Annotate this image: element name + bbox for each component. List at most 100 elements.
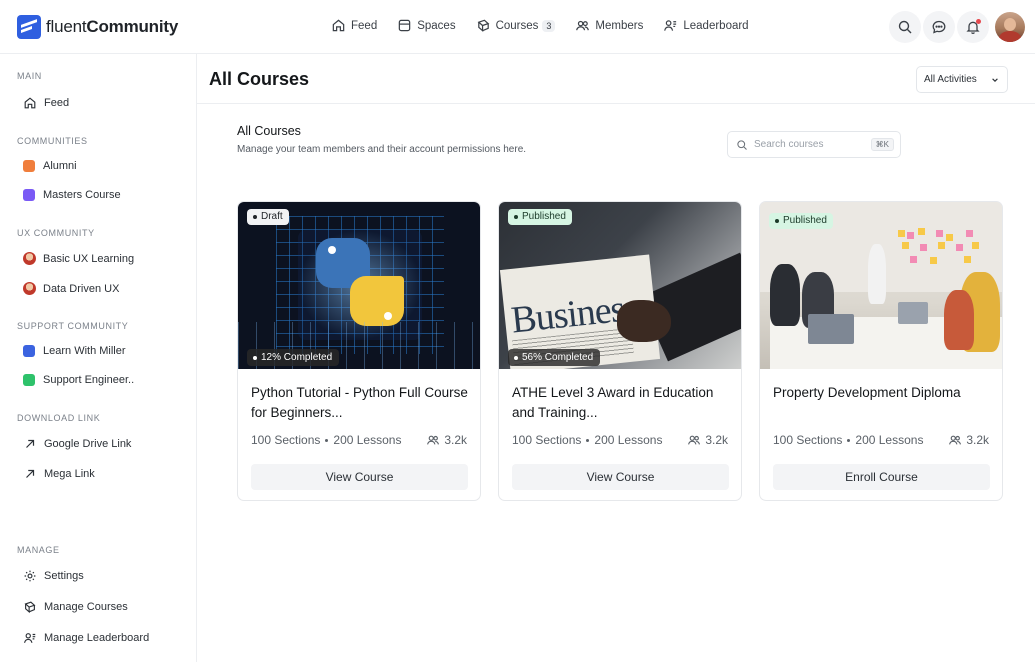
decorative-dot <box>384 312 392 320</box>
search-button[interactable] <box>889 11 921 43</box>
sidebar-item-masters-course[interactable]: Masters Course <box>23 189 121 201</box>
search-input[interactable] <box>754 139 864 150</box>
course-meta: 100 Sections 200 Lessons <box>251 433 402 447</box>
decorative-dot <box>328 246 336 254</box>
sidebar-item-data-driven-ux[interactable]: Data Driven UX <box>23 282 119 295</box>
search-shortcut: ⌘K <box>870 138 894 151</box>
members-icon <box>427 435 440 445</box>
leaderboard-icon <box>664 20 677 31</box>
home-icon <box>24 97 36 109</box>
spaces-icon <box>398 19 411 32</box>
section-title: All Courses <box>237 124 301 138</box>
activity-filter-dropdown[interactable]: All Activities <box>916 66 1008 93</box>
sidebar-item-google-drive[interactable]: Google Drive Link <box>23 437 131 451</box>
decorative-postit <box>930 257 937 264</box>
course-thumbnail[interactable]: Draft 12% Completed <box>238 202 480 369</box>
course-thumbnail[interactable]: Published <box>760 202 1002 369</box>
page-title: All Courses <box>209 69 310 89</box>
sidebar-section-ux: UX COMMUNITY <box>17 228 95 238</box>
progress-badge: 12% Completed <box>247 349 340 366</box>
decorative-postit <box>938 242 945 249</box>
leaderboard-icon <box>24 633 36 643</box>
sidebar-section-download: DOWNLOAD LINK <box>17 413 101 423</box>
course-members: 3.2k <box>426 433 467 447</box>
sidebar-section-support: SUPPORT COMMUNITY <box>17 321 129 331</box>
alumni-color-dot <box>23 160 35 172</box>
nav-courses[interactable]: Courses 3 <box>476 18 556 33</box>
home-icon <box>332 19 345 32</box>
decorative-person <box>944 290 974 350</box>
sidebar: MAIN Feed COMMUNITIES Alumni Masters Cou… <box>0 54 197 662</box>
decorative-postit <box>910 256 917 263</box>
decorative-postit <box>946 234 953 241</box>
header-actions <box>887 11 1025 43</box>
user-avatar[interactable] <box>995 12 1025 42</box>
progress-badge: 56% Completed <box>508 349 601 366</box>
sidebar-item-mega-link[interactable]: Mega Link <box>23 467 95 481</box>
search-icon <box>898 20 912 34</box>
course-meta: 100 Sections 200 Lessons <box>773 433 924 447</box>
members-icon <box>949 435 962 445</box>
decorative-postit <box>898 230 905 237</box>
course-card[interactable]: Published Property Development Diploma 1… <box>759 201 1003 501</box>
decorative-hand <box>617 300 671 342</box>
sidebar-item-feed[interactable]: Feed <box>23 96 69 110</box>
decorative-postit <box>936 230 943 237</box>
sidebar-item-manage-courses[interactable]: Manage Courses <box>23 600 128 614</box>
nav-members[interactable]: Members <box>575 18 643 33</box>
nav-leaderboard[interactable]: Leaderboard <box>663 18 749 33</box>
members-icon <box>688 435 701 445</box>
status-badge: Published <box>508 209 572 225</box>
sidebar-section-manage: MANAGE <box>17 545 60 555</box>
decorative-postit <box>956 244 963 251</box>
course-card[interactable]: Business Published 56% Completed ATHE Le… <box>498 201 742 501</box>
top-header: fluentCommunity Feed Spaces Courses 3 Me… <box>0 0 1035 54</box>
arrow-up-right-icon <box>26 469 35 478</box>
brand-logo[interactable]: fluentCommunity <box>17 15 178 39</box>
sidebar-item-settings[interactable]: Settings <box>23 569 84 583</box>
decorative-person <box>770 264 800 326</box>
course-search: ⌘K <box>727 131 901 158</box>
miller-color-dot <box>23 345 35 357</box>
sidebar-item-basic-ux[interactable]: Basic UX Learning <box>23 252 134 265</box>
python-logo-icon <box>350 276 404 326</box>
decorative-postit <box>966 230 973 237</box>
course-members: 3.2k <box>948 433 989 447</box>
nav-spaces[interactable]: Spaces <box>397 18 456 33</box>
enroll-course-button[interactable]: Enroll Course <box>773 464 990 490</box>
sidebar-section-main: MAIN <box>17 71 42 81</box>
search-icon <box>737 139 747 150</box>
course-card[interactable]: Draft 12% Completed Python Tutorial - Py… <box>237 201 481 501</box>
notifications-button[interactable] <box>957 11 989 43</box>
sidebar-item-support-engineer[interactable]: Support Engineer.. <box>23 374 134 386</box>
separator-dot <box>586 438 590 442</box>
masters-color-dot <box>23 189 35 201</box>
courses-count-badge: 3 <box>542 19 556 32</box>
separator-dot <box>847 438 851 442</box>
notification-dot <box>976 19 981 24</box>
course-title[interactable]: Property Development Diploma <box>773 383 993 403</box>
decorative-person <box>868 244 886 304</box>
main-content: All Courses All Activities All Courses M… <box>197 54 1035 662</box>
members-icon <box>576 20 590 31</box>
course-thumbnail[interactable]: Business Published 56% Completed <box>499 202 741 369</box>
sidebar-item-manage-leaderboard[interactable]: Manage Leaderboard <box>23 631 149 645</box>
decorative-postit <box>964 256 971 263</box>
messages-button[interactable] <box>923 11 955 43</box>
sidebar-item-alumni[interactable]: Alumni <box>23 160 77 172</box>
course-title[interactable]: ATHE Level 3 Award in Education and Trai… <box>512 383 732 422</box>
separator-dot <box>325 438 329 442</box>
course-title[interactable]: Python Tutorial - Python Full Course for… <box>251 383 471 422</box>
sidebar-item-learn-with-miller[interactable]: Learn With Miller <box>23 345 126 357</box>
decorative-postit <box>972 242 979 249</box>
community-avatar <box>23 282 36 295</box>
view-course-button[interactable]: View Course <box>251 464 468 490</box>
decorative-laptop <box>808 314 854 344</box>
chat-icon <box>932 20 946 34</box>
logo-icon <box>17 15 41 39</box>
nav-feed[interactable]: Feed <box>331 18 377 33</box>
support-color-dot <box>23 374 35 386</box>
status-badge: Published <box>769 213 833 229</box>
view-course-button[interactable]: View Course <box>512 464 729 490</box>
course-meta: 100 Sections 200 Lessons <box>512 433 663 447</box>
